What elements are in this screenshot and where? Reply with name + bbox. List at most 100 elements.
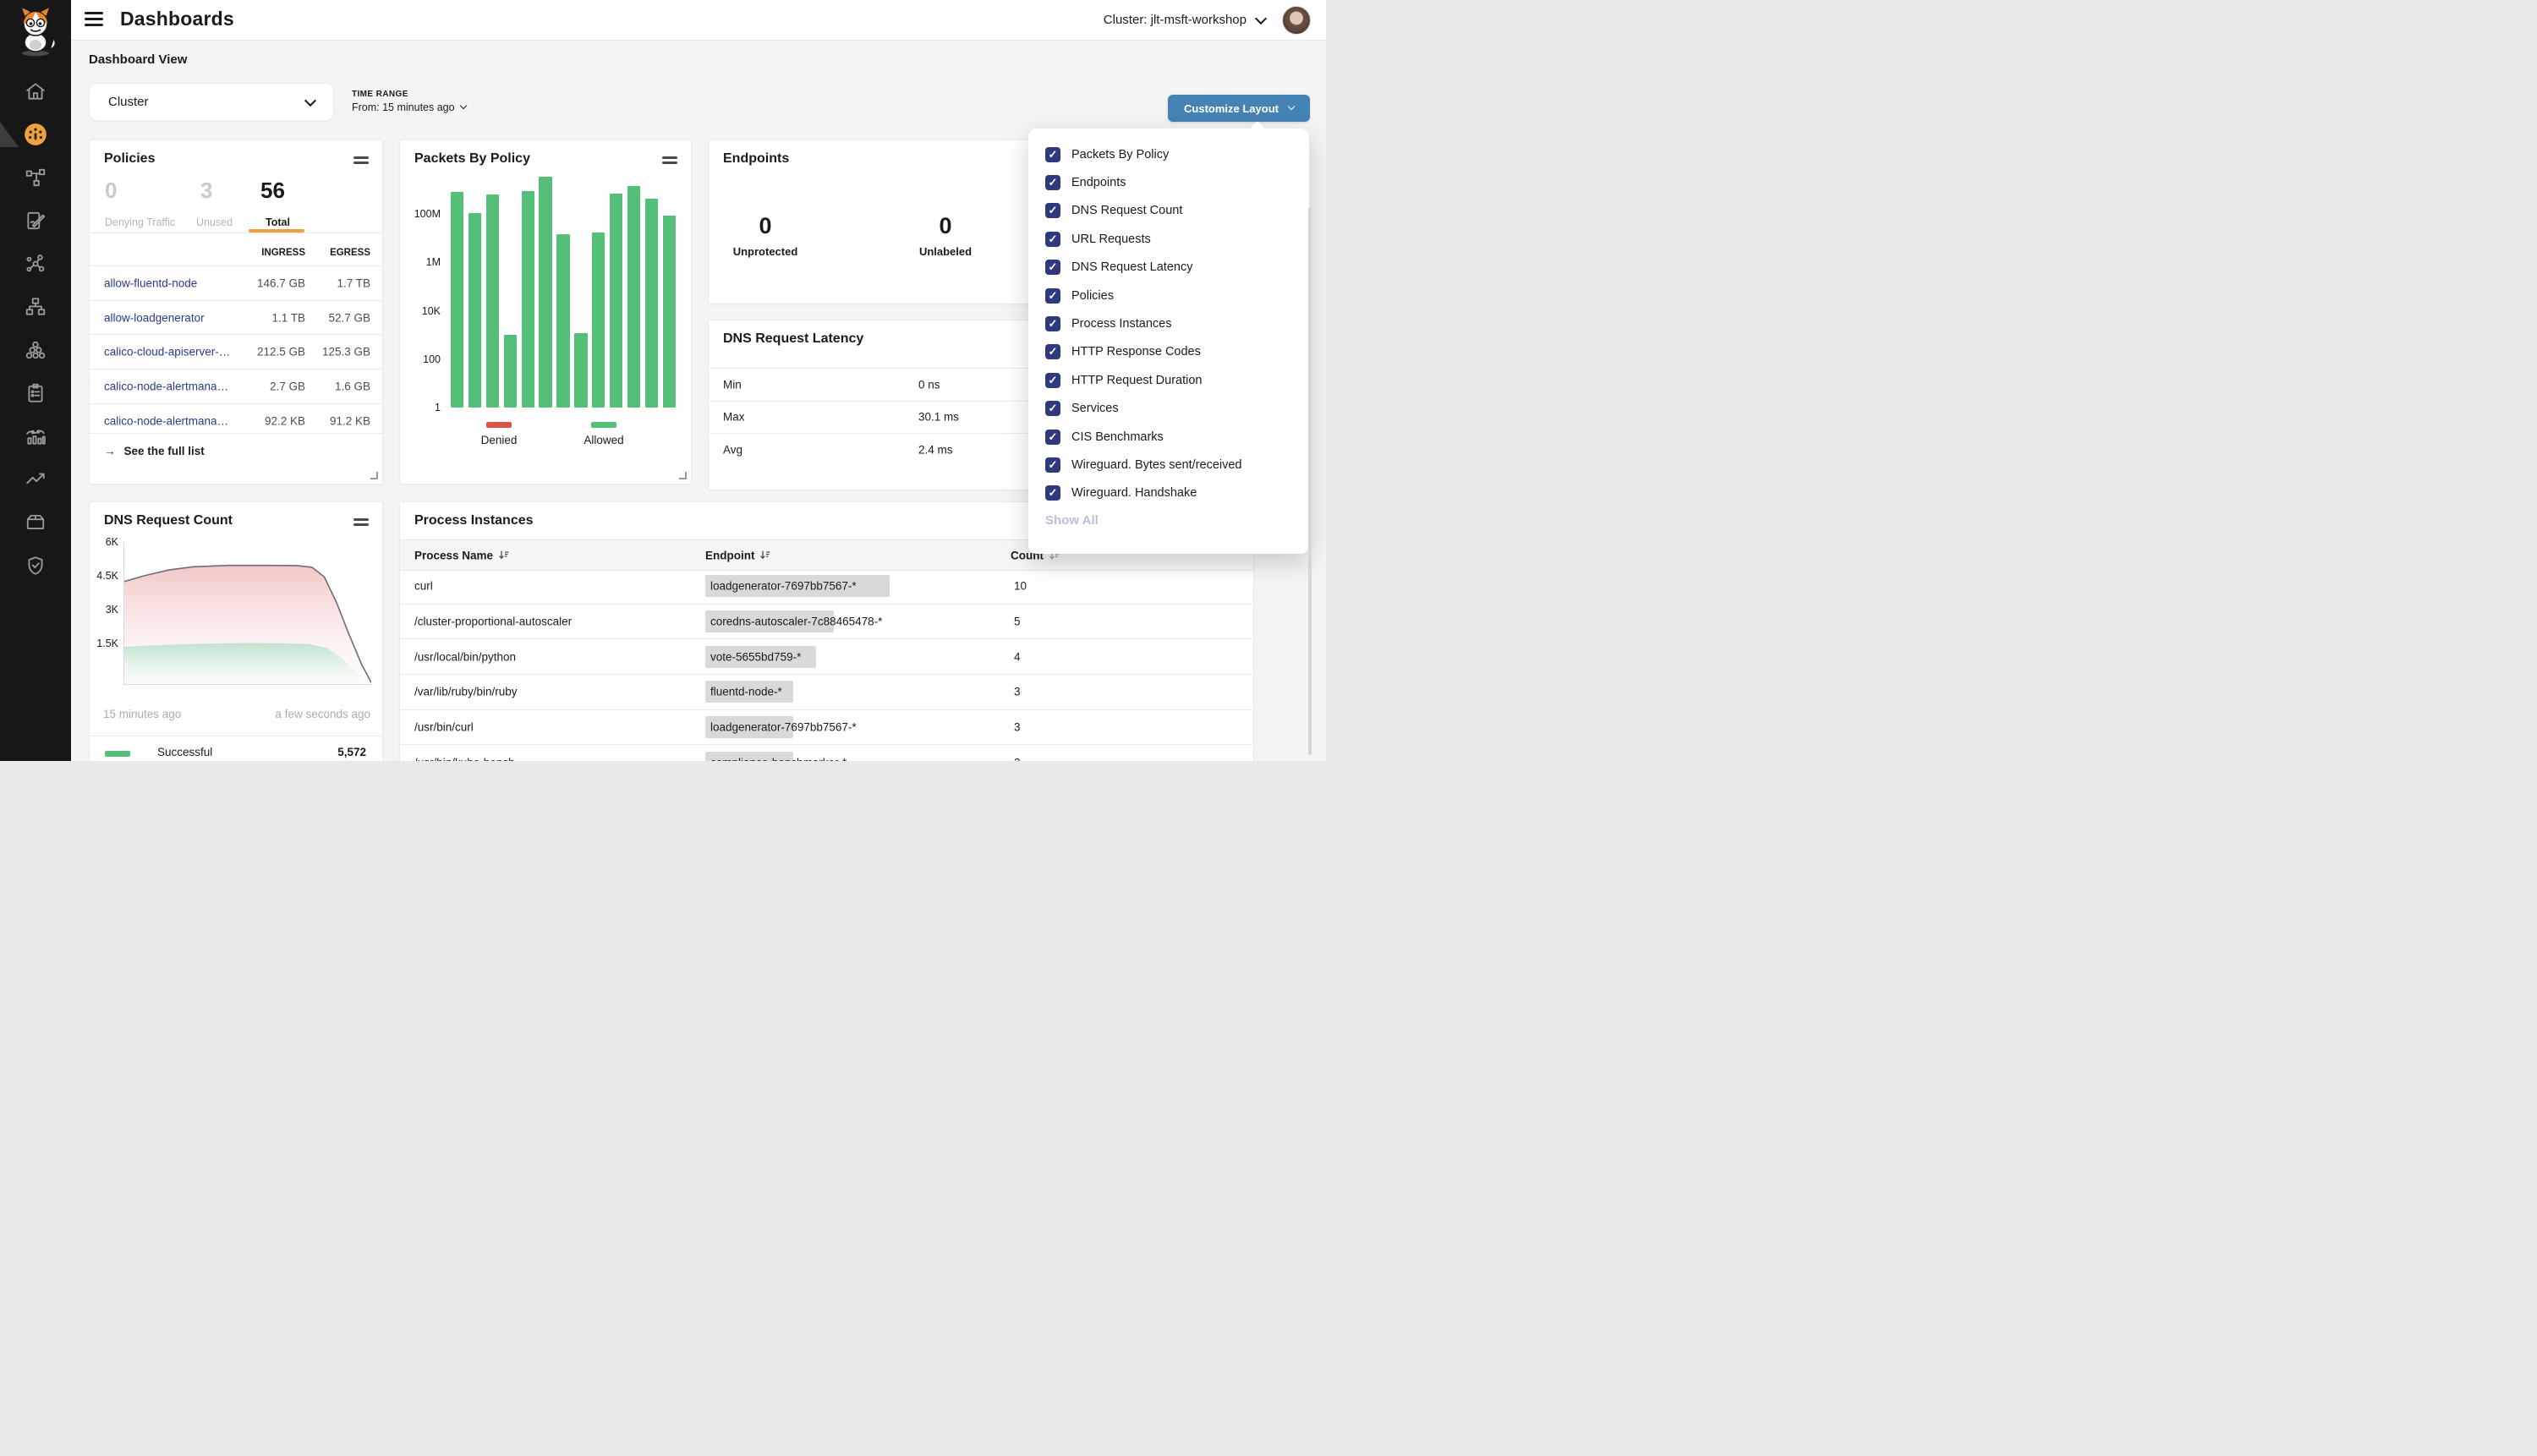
dashboard-view-select[interactable]: Cluster: [89, 83, 334, 121]
customize-layout-button[interactable]: Customize Layout: [1168, 95, 1310, 122]
user-avatar[interactable]: [1282, 6, 1311, 35]
customize-menu-item[interactable]: ✓ Process Instances: [1045, 309, 1297, 337]
allowed-bar[interactable]: [610, 194, 622, 408]
column-header-endpoint[interactable]: Endpoint: [705, 549, 770, 561]
sidebar-item-threat-defense[interactable]: [24, 554, 47, 577]
customize-layout-menu: ✓Packets By Policy✓Endpoints✓DNS Request…: [1028, 129, 1309, 554]
show-all-link[interactable]: Show All: [1045, 513, 1099, 528]
x-label-start: 15 minutes ago: [103, 708, 181, 720]
customize-menu-item[interactable]: ✓HTTP Response Codes: [1045, 338, 1297, 366]
process-row: /var/lib/ruby/bin/rubyfluentd-node-*3: [400, 675, 1253, 710]
allowed-bar[interactable]: [539, 177, 551, 408]
policy-name-link[interactable]: allow-fluentd-node: [104, 276, 197, 289]
egress-value: 125.3 GB: [322, 346, 370, 359]
checkbox-checked-icon[interactable]: ✓: [1045, 344, 1060, 359]
sidebar-item-compliance[interactable]: [24, 381, 47, 405]
checkbox-checked-icon[interactable]: ✓: [1045, 288, 1060, 304]
allowed-bar[interactable]: [522, 191, 534, 408]
latency-value: 0 ns: [918, 378, 940, 391]
checkbox-checked-icon[interactable]: ✓: [1045, 316, 1060, 331]
stat-unused-label[interactable]: Unused: [196, 216, 233, 228]
sidebar-item-hierarchy[interactable]: [24, 295, 47, 319]
sidebar-item-inventory[interactable]: [24, 511, 47, 534]
sidebar-item-metrics[interactable]: [24, 424, 47, 448]
checkbox-checked-icon[interactable]: ✓: [1045, 232, 1060, 247]
sidebar-item-workloads[interactable]: [24, 338, 47, 362]
stat-total-label[interactable]: Total: [266, 216, 290, 228]
stat-total-value: 56: [260, 178, 285, 204]
menu-item-label: URL Requests: [1071, 233, 1151, 246]
stat-denying-label[interactable]: Denying Traffic: [105, 216, 175, 228]
allowed-bar[interactable]: [627, 186, 640, 408]
policy-name-link[interactable]: calico-node-alertmana…: [104, 380, 228, 392]
checkbox-checked-icon[interactable]: ✓: [1045, 260, 1060, 275]
count-value: 3: [1014, 686, 1021, 698]
checkbox-checked-icon[interactable]: ✓: [1045, 203, 1060, 218]
customize-menu-item[interactable]: ✓DNS Request Count: [1045, 197, 1297, 225]
menu-item-label: Process Instances: [1071, 317, 1171, 331]
calico-dashboard-app: Dashboards Cluster: jlt-msft-workshop Da…: [0, 0, 1326, 761]
drag-handle-icon[interactable]: [353, 518, 369, 528]
vertical-scrollbar[interactable]: [1308, 207, 1312, 755]
packets-by-policy-card: Packets By Policy 100M 1M 10K 100 1 Deni…: [399, 140, 692, 484]
allowed-bar[interactable]: [486, 194, 499, 408]
sidebar: [0, 0, 71, 761]
allowed-bar[interactable]: [556, 234, 569, 408]
resize-handle[interactable]: [370, 472, 378, 479]
hamburger-menu-icon[interactable]: [85, 12, 105, 30]
sidebar-item-home[interactable]: [24, 79, 47, 103]
allowed-bar[interactable]: [451, 192, 463, 408]
column-header-ingress: INGRESS: [261, 248, 305, 258]
checkbox-checked-icon[interactable]: ✓: [1045, 175, 1060, 190]
latency-label: Avg: [723, 443, 742, 456]
customize-menu-item[interactable]: ✓DNS Request Latency: [1045, 254, 1297, 282]
sidebar-item-trends[interactable]: [24, 468, 47, 491]
customize-menu-item[interactable]: ✓Endpoints: [1045, 168, 1297, 196]
customize-menu-item[interactable]: ✓Services: [1045, 395, 1297, 423]
checkbox-checked-icon[interactable]: ✓: [1045, 430, 1060, 445]
checkbox-checked-icon[interactable]: ✓: [1045, 457, 1060, 473]
column-header-process-name[interactable]: Process Name: [414, 549, 509, 561]
allowed-bar[interactable]: [645, 199, 658, 408]
endpoint-value: coredns-autoscaler-7c88465478-*: [710, 616, 882, 628]
customize-menu-item[interactable]: ✓Packets By Policy: [1045, 140, 1297, 168]
calico-cat-logo[interactable]: [14, 5, 58, 62]
time-range-value[interactable]: From: 15 minutes ago: [352, 101, 466, 113]
ingress-value: 212.5 GB: [257, 346, 305, 359]
y-tick: 10K: [402, 305, 441, 317]
sidebar-item-service-graph[interactable]: [24, 166, 47, 189]
policy-name-link[interactable]: allow-loadgenerator: [104, 311, 205, 324]
checkbox-checked-icon[interactable]: ✓: [1045, 485, 1060, 501]
checkbox-checked-icon[interactable]: ✓: [1045, 373, 1060, 388]
resize-handle[interactable]: [679, 472, 687, 479]
stat-unprotected: 0 Unprotected: [719, 213, 812, 258]
sidebar-item-network-flows[interactable]: [24, 252, 47, 276]
menu-item-label: Policies: [1071, 289, 1114, 303]
egress-value: 1.6 GB: [335, 380, 370, 392]
card-title: Policies: [104, 151, 155, 167]
drag-handle-icon[interactable]: [353, 156, 369, 167]
allowed-bar[interactable]: [504, 335, 517, 408]
sidebar-item-dashboards-active[interactable]: [24, 123, 47, 146]
customize-menu-item[interactable]: ✓Wireguard. Bytes sent/received: [1045, 451, 1297, 479]
allowed-bar[interactable]: [468, 213, 481, 408]
checkbox-checked-icon[interactable]: ✓: [1045, 147, 1060, 162]
sidebar-item-policies[interactable]: [24, 209, 47, 233]
allowed-bar[interactable]: [574, 333, 587, 408]
cluster-selector[interactable]: Cluster: jlt-msft-workshop: [1104, 13, 1265, 27]
customize-menu-item[interactable]: ✓Wireguard. Handshake: [1045, 479, 1297, 507]
allowed-bar[interactable]: [592, 233, 605, 408]
customize-menu-item[interactable]: ✓ URL Requests: [1045, 225, 1297, 253]
see-full-list-link[interactable]: → See the full list: [104, 445, 205, 457]
egress-value: 52.7 GB: [328, 311, 370, 324]
policy-name-link[interactable]: calico-node-alertmana…: [104, 414, 228, 427]
sort-icon: [760, 550, 770, 561]
customize-menu-item[interactable]: ✓HTTP Request Duration: [1045, 366, 1297, 394]
allowed-bar[interactable]: [663, 216, 676, 408]
customize-menu-item[interactable]: ✓CIS Benchmarks: [1045, 423, 1297, 451]
latency-label: Max: [723, 411, 745, 424]
checkbox-checked-icon[interactable]: ✓: [1045, 401, 1060, 416]
arrow-right-icon: →: [104, 445, 116, 457]
customize-menu-item[interactable]: ✓ Policies: [1045, 282, 1297, 309]
policy-name-link[interactable]: calico-cloud-apiserver-…: [104, 346, 230, 359]
